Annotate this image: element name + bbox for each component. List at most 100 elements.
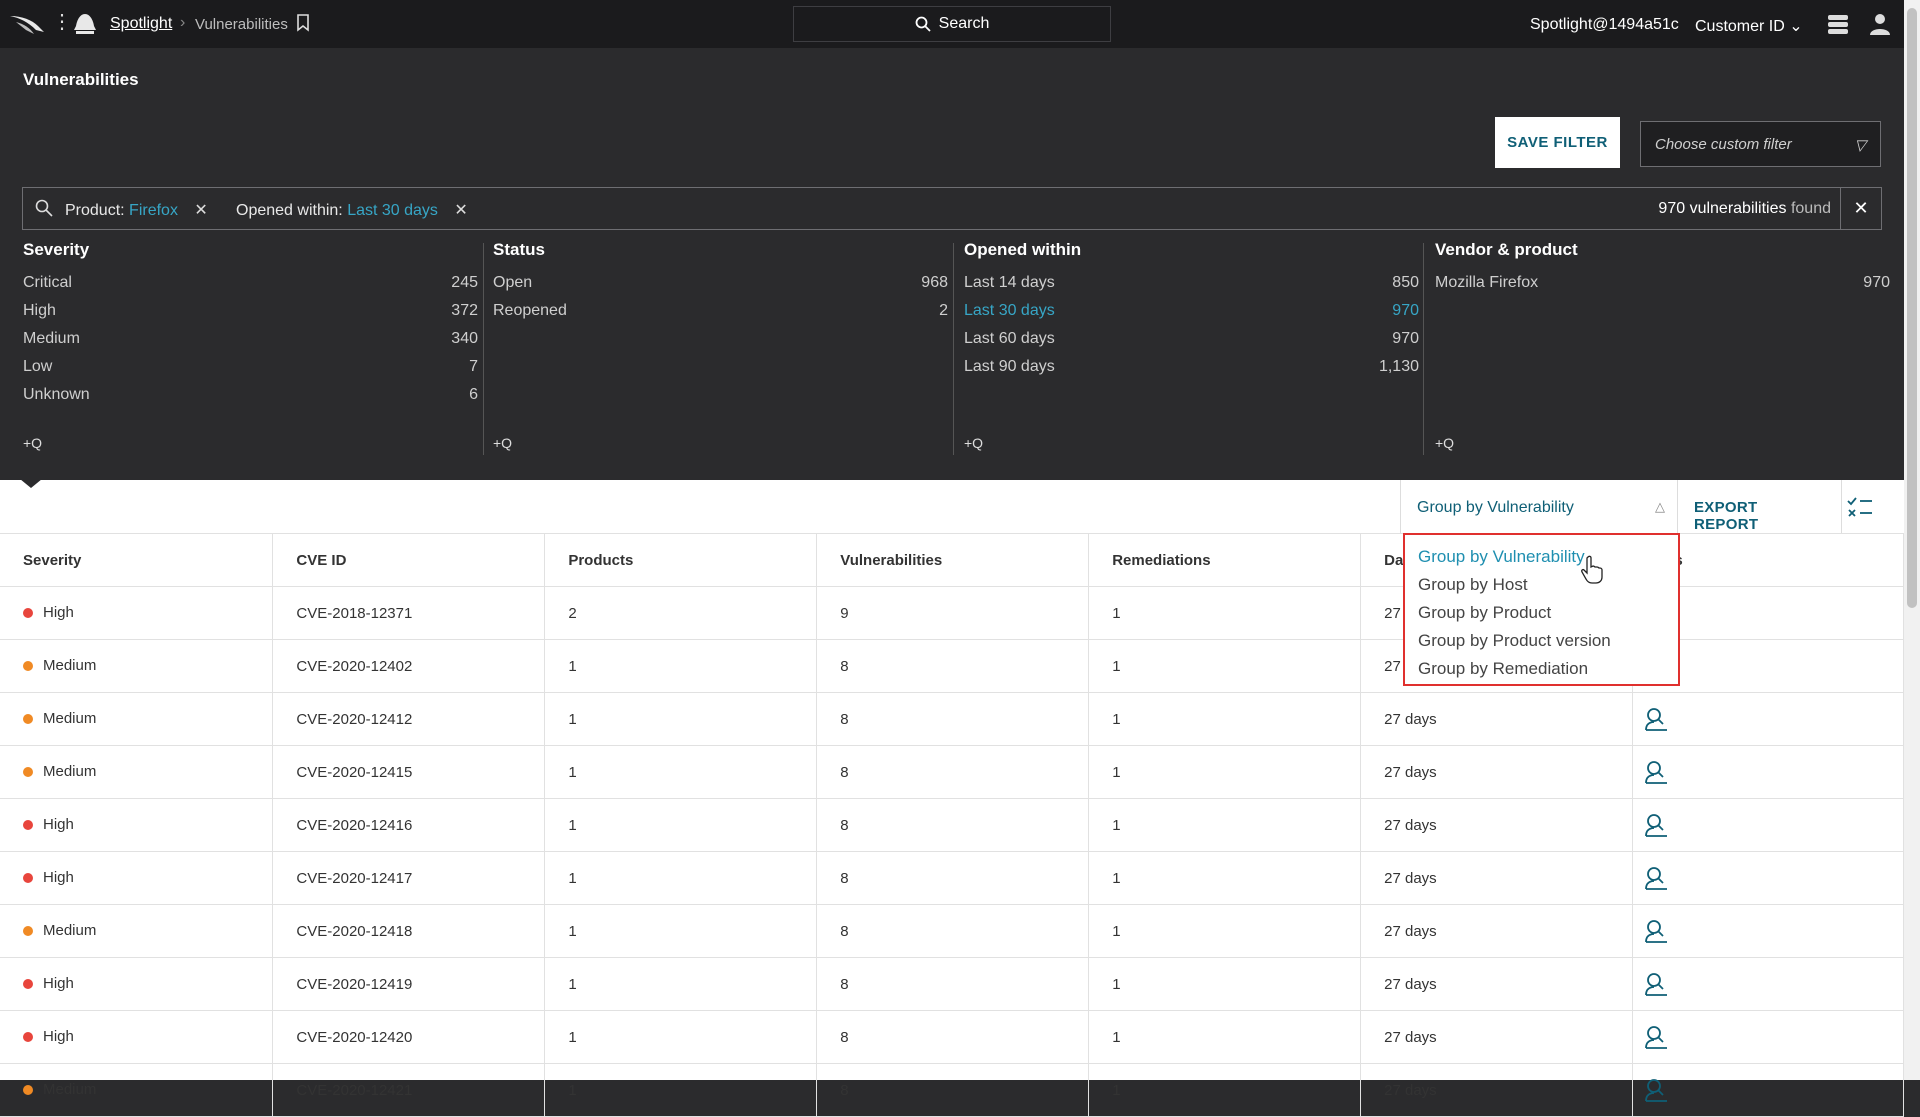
remove-filter-icon[interactable]: ✕ (194, 202, 207, 219)
user-account-label[interactable]: Spotlight@1494a51c (1530, 16, 1679, 34)
view-hosts-icon[interactable] (1643, 759, 1669, 785)
group-by-option-host[interactable]: Group by Host (1405, 571, 1678, 599)
panel-pointer (20, 479, 42, 488)
app-menu-icon[interactable]: ⋮ (52, 12, 72, 32)
clear-filters-button[interactable]: ✕ (1840, 188, 1881, 229)
facet-row-last-30-days[interactable]: Last 30 days 970 (964, 302, 1419, 330)
cell-cve-id[interactable]: CVE-2020-12415 (272, 745, 546, 799)
table-row[interactable]: High CVE-2020-12419 1 8 1 27 days (0, 957, 1904, 1011)
global-search-button[interactable]: Search (793, 6, 1111, 42)
facet-row-count: 970 (1392, 302, 1419, 319)
cell-vulnerabilities: 8 (816, 639, 1090, 693)
filter-chip-product[interactable]: Product: Firefox ✕ (65, 200, 208, 220)
cell-actions (1632, 851, 1904, 905)
cell-severity: Medium (0, 745, 274, 799)
facet-row-last-14-days[interactable]: Last 14 days 850 (964, 274, 1419, 302)
scrollbar-thumb[interactable] (1907, 8, 1917, 608)
column-header-vulnerabilities[interactable]: Vulnerabilities (816, 534, 1090, 587)
facet-row-unknown[interactable]: Unknown 6 (23, 386, 478, 414)
view-hosts-icon[interactable] (1643, 1077, 1669, 1103)
facet-row-mozilla-firefox[interactable]: Mozilla Firefox 970 (1435, 274, 1890, 302)
cell-severity: Medium (0, 639, 274, 693)
cell-cve-id[interactable]: CVE-2018-12371 (272, 586, 546, 640)
column-header-products[interactable]: Products (544, 534, 818, 587)
cell-cve-id[interactable]: CVE-2020-12421 (272, 1063, 546, 1117)
add-facet-search-icon[interactable]: +Q (493, 435, 512, 451)
cell-remediations: 1 (1088, 692, 1362, 746)
column-settings-icon[interactable] (1846, 495, 1874, 519)
facet-row-reopened[interactable]: Reopened 2 (493, 302, 948, 330)
cell-products: 1 (544, 692, 818, 746)
table-row[interactable]: Medium CVE-2020-12421 1 8 1 27 days (0, 1063, 1904, 1117)
table-row[interactable]: Medium CVE-2020-12418 1 8 1 27 days (0, 904, 1904, 958)
view-hosts-icon[interactable] (1643, 1024, 1669, 1050)
facet-row-critical[interactable]: Critical 245 (23, 274, 478, 302)
group-by-option-vulnerability[interactable]: Group by Vulnerability (1405, 543, 1678, 571)
cell-severity: High (0, 798, 274, 852)
active-filter-bar[interactable]: Product: Firefox ✕ Opened within: Last 3… (22, 187, 1882, 230)
facet-row-open[interactable]: Open 968 (493, 274, 948, 302)
cell-severity: High (0, 851, 274, 905)
view-hosts-icon[interactable] (1643, 706, 1669, 732)
add-facet-search-icon[interactable]: +Q (23, 435, 42, 451)
facet-row-medium[interactable]: Medium 340 (23, 330, 478, 358)
breadcrumb-current-page: Vulnerabilities (195, 16, 288, 33)
facet-row-high[interactable]: High 372 (23, 302, 478, 330)
severity-dot-icon (23, 766, 33, 777)
group-by-option-product-version[interactable]: Group by Product version (1405, 627, 1678, 655)
cell-cve-id[interactable]: CVE-2020-12417 (272, 851, 546, 905)
remove-filter-icon[interactable]: ✕ (454, 202, 467, 219)
severity-label: High (43, 975, 74, 993)
facet-title: Status (493, 240, 545, 259)
table-row[interactable]: High CVE-2020-12416 1 8 1 27 days (0, 798, 1904, 852)
add-facet-search-icon[interactable]: +Q (1435, 435, 1454, 451)
facet-row-last-60-days[interactable]: Last 60 days 970 (964, 330, 1419, 358)
breadcrumb-app-link[interactable]: Spotlight (110, 15, 172, 33)
facet-row-last-90-days[interactable]: Last 90 days 1,130 (964, 358, 1419, 386)
severity-label: Medium (43, 710, 97, 728)
table-row[interactable]: High CVE-2020-12417 1 8 1 27 days (0, 851, 1904, 905)
cell-cve-id[interactable]: CVE-2020-12420 (272, 1010, 546, 1064)
cell-cve-id[interactable]: CVE-2020-12416 (272, 798, 546, 852)
cell-cve-id[interactable]: CVE-2020-12412 (272, 692, 546, 746)
view-hosts-icon[interactable] (1643, 918, 1669, 944)
table-row[interactable]: Medium CVE-2020-12412 1 8 1 27 days (0, 692, 1904, 746)
column-header-severity[interactable]: Severity (0, 534, 274, 587)
search-label: Search (938, 15, 990, 32)
add-facet-search-icon[interactable]: +Q (964, 435, 983, 451)
cell-severity: High (0, 957, 274, 1011)
bookmark-icon[interactable] (296, 14, 310, 32)
facet-row-count: 372 (451, 302, 478, 319)
save-filter-button[interactable]: SAVE FILTER (1495, 117, 1620, 168)
cell-days-open: 27 days (1360, 904, 1634, 958)
facet-row-low[interactable]: Low 7 (23, 358, 478, 386)
group-by-option-product[interactable]: Group by Product (1405, 599, 1678, 627)
cell-cve-id[interactable]: CVE-2020-12418 (272, 904, 546, 958)
table-row[interactable]: Medium CVE-2020-12415 1 8 1 27 days (0, 745, 1904, 799)
column-header-cve-id[interactable]: CVE ID (272, 534, 546, 587)
cell-cve-id[interactable]: CVE-2020-12419 (272, 957, 546, 1011)
export-report-button[interactable]: EXPORT REPORT (1678, 480, 1842, 533)
cell-cve-id[interactable]: CVE-2020-12402 (272, 639, 546, 693)
facet-divider (953, 243, 954, 455)
group-by-select[interactable]: Group by Vulnerability △ (1400, 480, 1678, 533)
top-navigation-bar: ⋮ Spotlight › Vulnerabilities Search Spo… (0, 0, 1904, 48)
customer-id-dropdown[interactable]: Customer ID ⌄ (1695, 16, 1803, 36)
column-header-remediations[interactable]: Remediations (1088, 534, 1362, 587)
user-profile-icon[interactable] (1868, 12, 1892, 36)
table-row[interactable]: High CVE-2020-12420 1 8 1 27 days (0, 1010, 1904, 1064)
customer-id-label: Customer ID (1695, 18, 1785, 35)
view-hosts-icon[interactable] (1643, 812, 1669, 838)
results-count: 970 vulnerabilities found (1658, 200, 1831, 218)
page-scrollbar[interactable] (1904, 0, 1920, 1080)
custom-filter-select[interactable]: Choose custom filter ▽ (1640, 121, 1881, 167)
view-hosts-icon[interactable] (1643, 971, 1669, 997)
falcon-logo-icon[interactable] (8, 10, 48, 38)
cell-vulnerabilities: 8 (816, 1063, 1090, 1117)
notifications-icon[interactable] (1826, 12, 1850, 36)
results-count-value: 970 vulnerabilities (1658, 200, 1787, 217)
view-hosts-icon[interactable] (1643, 865, 1669, 891)
filter-chip-opened-within[interactable]: Opened within: Last 30 days ✕ (236, 200, 468, 220)
group-by-option-remediation[interactable]: Group by Remediation (1405, 655, 1678, 683)
cell-days-open: 27 days (1360, 1010, 1634, 1064)
